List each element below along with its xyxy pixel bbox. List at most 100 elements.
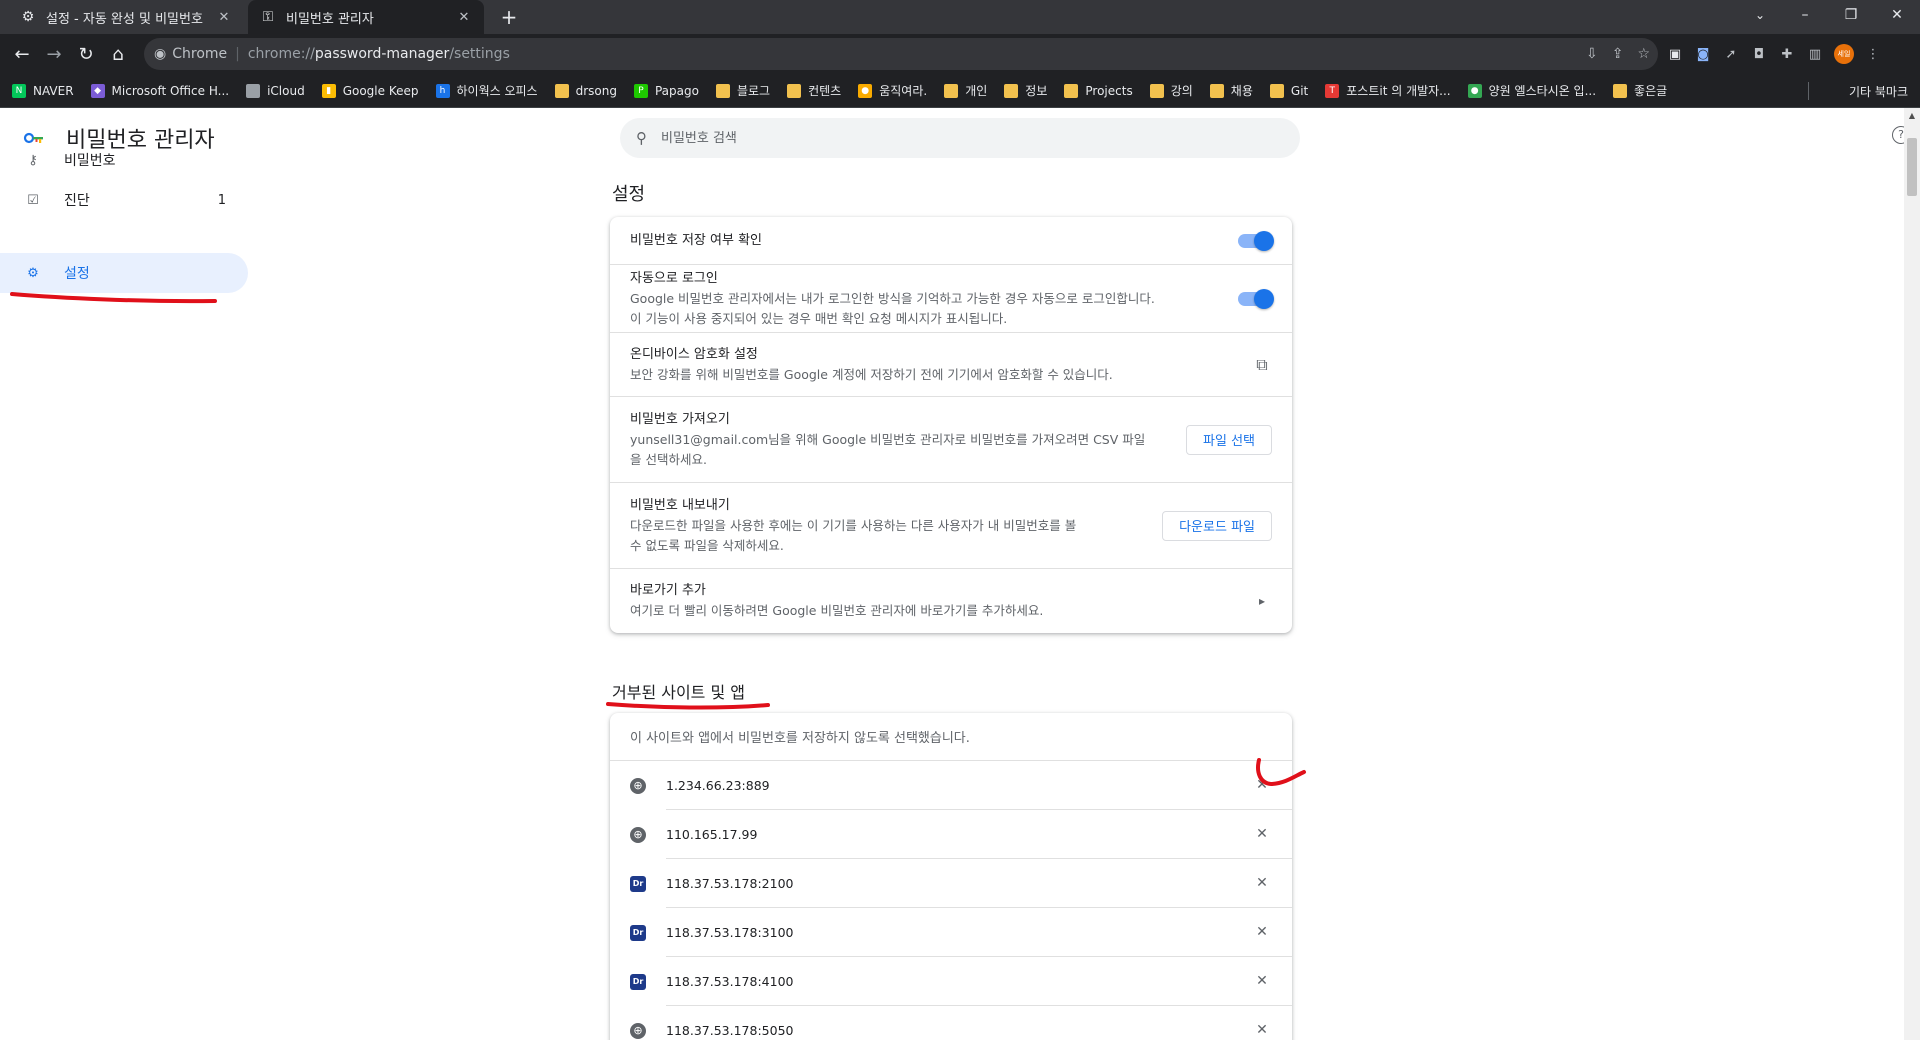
bookmark-item[interactable]: 강의 [1149, 82, 1193, 99]
extension-icon-1[interactable]: ▣ [1666, 45, 1684, 63]
bookmark-item[interactable]: ● 양원 엘스타시온 입... [1467, 82, 1597, 99]
tab-password-manager[interactable]: ⚿ 비밀번호 관리자 ✕ [248, 0, 484, 34]
page-scrollbar[interactable]: ▲ [1904, 108, 1920, 1040]
home-button[interactable]: ⌂ [102, 38, 134, 70]
install-icon[interactable]: ⇩ [1586, 46, 1598, 62]
bookmark-item[interactable]: h 하이웍스 오피스 [435, 82, 538, 99]
search-input[interactable] [661, 130, 1261, 146]
camera-icon[interactable]: ◘ [1750, 45, 1768, 63]
other-bookmarks-folder[interactable]: 기타 북마크 [1842, 74, 1908, 108]
password-search[interactable]: ⚲ [620, 118, 1300, 158]
bookmark-item[interactable]: 블로그 [715, 82, 770, 99]
restore-button[interactable]: ❐ [1828, 0, 1874, 34]
bookmark-item[interactable]: 개인 [944, 82, 987, 99]
papago-icon: P [633, 83, 648, 98]
puzzle-icon[interactable]: ✚ [1778, 45, 1796, 63]
sidebar-item-passwords[interactable]: ⚷ 비밀번호 [0, 140, 248, 180]
open-in-new-icon[interactable]: ⧉ [1252, 355, 1272, 375]
tab-title: 비밀번호 관리자 [286, 11, 374, 27]
auto-signin-row[interactable]: 자동으로 로그인 Google 비밀번호 관리자에서는 내가 로그인한 방식을 … [610, 265, 1292, 333]
profile-avatar[interactable]: 세일 [1834, 44, 1854, 64]
minimize-button[interactable]: – [1782, 0, 1828, 34]
sidebar-item-label: 비밀번호 [64, 153, 116, 169]
globe-icon: ⊕ [630, 826, 646, 843]
gear-icon: ⚙ [27, 265, 39, 281]
scroll-up-arrow-icon[interactable]: ▲ [1904, 108, 1920, 124]
blocked-site-name: 118.37.53.178:3100 [666, 924, 794, 940]
bookmark-item[interactable]: ▮ Google Keep [321, 83, 419, 98]
hiworks-icon: h [435, 83, 450, 98]
import-desc: yunsell31@gmail.com님을 위해 Google 비밀번호 관리자… [630, 431, 1146, 447]
back-button[interactable]: ← [6, 38, 38, 70]
bookmark-item[interactable]: N NAVER [12, 83, 74, 98]
bookmark-item[interactable]: 좋은글 [1613, 82, 1667, 99]
tab-settings-autofill[interactable]: ⚙ 설정 - 자동 완성 및 비밀번호 ✕ [8, 0, 244, 34]
bookmark-label: 양원 엘스타시온 입... [1488, 84, 1597, 98]
bookmark-label: 강의 [1170, 84, 1193, 98]
side-panel-icon[interactable]: ▥ [1806, 45, 1824, 63]
blocked-site-row: Dr 118.37.53.178:4100 ✕ [610, 957, 1292, 1006]
sidebar-item-settings[interactable]: ⚙ 설정 [0, 253, 248, 293]
import-desc: 을 선택하세요. [630, 451, 707, 467]
bookmark-item[interactable]: Git [1269, 83, 1308, 98]
bookmark-item[interactable]: iCloud [246, 83, 305, 98]
bookmark-item[interactable]: P Papago [633, 83, 699, 98]
site-icon: ● [1467, 83, 1482, 98]
choose-file-button[interactable]: 파일 선택 [1186, 424, 1272, 455]
reload-button[interactable]: ↻ [70, 38, 102, 70]
chrome-chip: Chrome [172, 46, 228, 62]
toolbar: ← → ↻ ⌂ ◉ Chrome | chrome://password-man… [0, 34, 1920, 74]
blocked-sites-heading: 거부된 사이트 및 앱 [612, 683, 746, 702]
bookmark-star-icon[interactable]: ☆ [1637, 46, 1650, 62]
forward-button[interactable]: → [38, 38, 70, 70]
sidebar-item-checkup[interactable]: ☑ 진단 1 [0, 180, 248, 220]
add-shortcut-row[interactable]: 바로가기 추가 여기로 더 빨리 이동하려면 Google 비밀번호 관리자에 … [610, 569, 1292, 633]
auto-signin-toggle[interactable] [1238, 288, 1274, 309]
sidebar-item-label: 설정 [64, 266, 90, 282]
blocked-site-row: ⊕ 110.165.17.99 ✕ [610, 810, 1292, 859]
omnibox-divider: | [235, 46, 240, 62]
bookmark-item[interactable]: ◆ Microsoft Office H... [90, 83, 229, 98]
url-path: /settings [449, 46, 510, 62]
remove-site-icon[interactable]: ✕ [1252, 973, 1272, 989]
postit-icon: T [1325, 83, 1340, 98]
blocked-site-row: Dr 118.37.53.178:2100 ✕ [610, 859, 1292, 908]
bookmark-item[interactable]: Projects [1064, 83, 1133, 98]
bookmark-item[interactable]: ● 움직여라. [858, 82, 927, 99]
blocked-site-name: 118.37.53.178:5050 [666, 1022, 794, 1038]
extension-icon-3[interactable]: ➚ [1722, 45, 1740, 63]
blocked-sites-list: ⊕ 1.234.66.23:889 ✕ ⊕ 110.165.17.99 ✕ Dr 118.37… [610, 761, 1292, 1040]
menu-icon[interactable]: ⋮ [1864, 45, 1882, 63]
keep-icon: ▮ [321, 83, 336, 98]
new-tab-button[interactable]: + [498, 6, 520, 28]
close-icon[interactable]: ✕ [216, 10, 232, 25]
close-icon[interactable]: ✕ [456, 10, 472, 25]
download-file-button[interactable]: 다운로드 파일 [1162, 510, 1272, 541]
dr-app-icon: Dr [630, 973, 646, 990]
bookmark-item[interactable]: T 포스트it 의 개발자... [1325, 82, 1451, 99]
offer-save-toggle[interactable] [1238, 230, 1274, 251]
share-icon[interactable]: ⇪ [1612, 46, 1624, 62]
folder-icon [715, 83, 730, 98]
bookmark-item[interactable]: drsong [554, 83, 617, 98]
bookmark-label: 컨텐츠 [808, 84, 842, 98]
bookmark-label: 채용 [1230, 84, 1253, 98]
remove-site-icon[interactable]: ✕ [1252, 924, 1272, 940]
settings-heading: 설정 [612, 184, 646, 205]
remove-site-icon[interactable]: ✕ [1252, 826, 1272, 842]
bookmark-label: drsong [575, 83, 617, 98]
ondevice-encryption-row[interactable]: 온디바이스 암호화 설정 보안 강화를 위해 비밀번호를 Google 계정에 … [610, 333, 1292, 397]
remove-site-icon[interactable]: ✕ [1252, 777, 1272, 793]
bookmarks-bar: N NAVER ◆ Microsoft Office H... iCloud ▮ Googl… [0, 74, 1920, 108]
tab-search-icon[interactable]: ⌄ [1742, 0, 1778, 34]
remove-site-icon[interactable]: ✕ [1252, 1022, 1272, 1038]
offer-save-row[interactable]: 비밀번호 저장 여부 확인 [610, 217, 1292, 265]
address-bar[interactable]: ◉ Chrome | chrome://password-manager/set… [144, 38, 1658, 70]
bookmark-item[interactable]: 정보 [1004, 82, 1047, 99]
remove-site-icon[interactable]: ✕ [1252, 875, 1272, 891]
bookmark-item[interactable]: 컨텐츠 [787, 82, 841, 99]
scroll-thumb[interactable] [1907, 138, 1917, 196]
extension-icon-2[interactable]: ◙ [1694, 45, 1712, 63]
window-close-button[interactable]: ✕ [1874, 0, 1920, 34]
bookmark-item[interactable]: 채용 [1209, 82, 1253, 99]
